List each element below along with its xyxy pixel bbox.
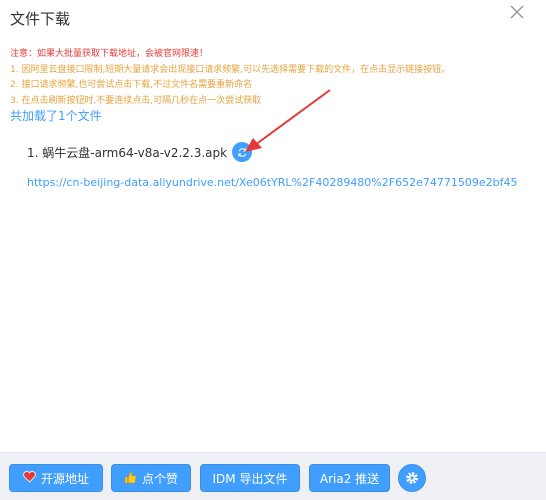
file-download-dialog: 文件下载 注意：如果大批量获取下载地址，会被官网限速！ 1. 因阿里云盘接口限制…	[0, 0, 546, 500]
thumbs-up-icon	[124, 471, 137, 486]
refresh-link-button[interactable]	[232, 142, 253, 162]
refresh-icon	[237, 147, 247, 157]
idm-export-label: IDM 导出文件	[212, 471, 288, 486]
file-download-link[interactable]: https://cn-beijing-data.aliyundrive.net/…	[27, 175, 517, 190]
like-button[interactable]: 点个赞	[111, 464, 191, 492]
dialog-footer: 开源地址 点个赞 IDM 导出文件 Aria2 推送	[0, 452, 546, 500]
source-address-button[interactable]: 开源地址	[9, 464, 103, 492]
notice-warning: 注意：如果大批量获取下载地址，会被官网限速！	[10, 49, 209, 59]
dialog-header: 文件下载	[10, 8, 70, 30]
aria2-push-button[interactable]: Aria2 推送	[309, 464, 390, 492]
idm-export-button[interactable]: IDM 导出文件	[200, 464, 300, 492]
like-label: 点个赞	[141, 471, 178, 486]
settings-button[interactable]	[398, 464, 426, 492]
file-name: 1. 蜗牛云盘-arm64-v8a-v2.2.3.apk	[27, 145, 228, 160]
source-address-label: 开源地址	[40, 471, 89, 486]
notice-line-3: 3. 在点击刷新按钮时,不要连续点击,可隔几秒在点一次尝试获取	[10, 95, 262, 106]
loaded-count: 共加载了1个文件	[10, 109, 102, 123]
heart-icon	[23, 471, 36, 485]
close-icon	[510, 5, 524, 19]
notice-line-1: 1. 因阿里云盘接口限制,短期大量请求会出现接口请求频繁,可以先选择需要下载的文…	[10, 64, 451, 75]
aria2-push-label: Aria2 推送	[319, 471, 380, 486]
notice-line-2: 2. 接口请求频繁,也可尝试点击下载,不过文件名需要重新命名	[10, 80, 253, 90]
gear-icon	[406, 472, 418, 484]
file-item: 1. 蜗牛云盘-arm64-v8a-v2.2.3.apk	[27, 142, 253, 162]
close-button[interactable]	[508, 3, 526, 21]
dialog-title: 文件下载	[10, 10, 71, 28]
notice-block: 注意：如果大批量获取下载地址，会被官网限速！ 1. 因阿里云盘接口限制,短期大量…	[10, 47, 540, 109]
